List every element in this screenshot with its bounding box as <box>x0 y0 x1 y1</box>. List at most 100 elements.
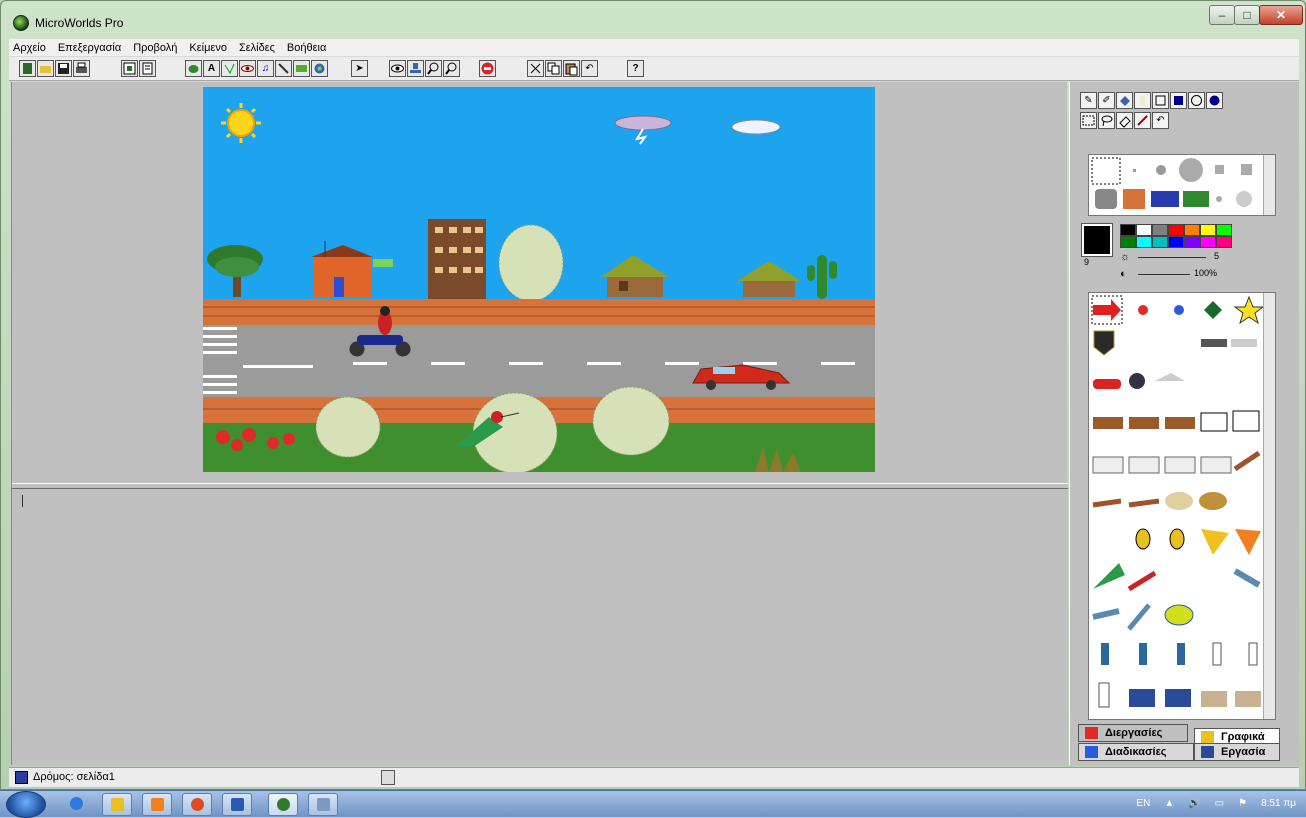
slider-icon[interactable] <box>239 60 256 77</box>
help-icon[interactable]: ? <box>627 60 644 77</box>
pencil-icon[interactable]: ✎ <box>1080 92 1097 109</box>
project-icon[interactable] <box>121 60 138 77</box>
start-button[interactable] <box>6 791 46 818</box>
language-indicator[interactable]: EN <box>1136 798 1150 809</box>
color-swatch[interactable] <box>1120 236 1136 248</box>
spray-icon[interactable] <box>1134 92 1151 109</box>
color-swatch[interactable] <box>1152 224 1168 236</box>
lasso-icon[interactable] <box>1098 112 1115 129</box>
menu-pages[interactable]: Σελίδες <box>239 42 275 54</box>
color-swatch[interactable] <box>1136 236 1152 248</box>
page-icon[interactable] <box>139 60 156 77</box>
pointer-icon[interactable]: ➤ <box>351 60 368 77</box>
color-swatches[interactable] <box>1120 224 1232 248</box>
willow-bush-shape-3[interactable] <box>592 386 670 456</box>
clock[interactable]: 8:51 πμ <box>1261 798 1296 809</box>
firefox-icon[interactable] <box>182 793 212 816</box>
network-icon[interactable]: ▭ <box>1215 798 1224 809</box>
shapes-library[interactable] <box>1088 292 1276 720</box>
tab-graphics-label: Γραφικά <box>1221 731 1265 743</box>
main-window: MicroWorlds Pro – □ ✕ Αρχείο Επεξεργασία… <box>0 0 1306 790</box>
procedures-tab-icon <box>1085 746 1098 758</box>
volume-icon[interactable]: 🔊 <box>1188 798 1200 809</box>
title-bar[interactable]: MicroWorlds Pro – □ ✕ <box>1 1 1306 39</box>
button-icon[interactable] <box>221 60 238 77</box>
eye-icon[interactable] <box>389 60 406 77</box>
menu-edit[interactable]: Επεξεργασία <box>58 42 121 54</box>
explorer-icon[interactable] <box>102 793 132 816</box>
color-swatch[interactable] <box>1168 224 1184 236</box>
tab-procedures[interactable]: Διαδικασίες <box>1078 743 1194 761</box>
minimize-button[interactable]: – <box>1209 5 1235 25</box>
close-button[interactable]: ✕ <box>1259 5 1303 25</box>
window-switcher-icon[interactable] <box>308 793 338 816</box>
filled-rectangle-icon[interactable] <box>1170 92 1187 109</box>
color-swatch[interactable] <box>1136 224 1152 236</box>
color-swatch[interactable] <box>1216 236 1232 248</box>
willow-tree-shape[interactable] <box>498 224 564 302</box>
zoom-out-icon[interactable] <box>443 60 460 77</box>
pen-shapes-panel[interactable] <box>1088 154 1276 216</box>
color-swatch[interactable] <box>1216 224 1232 236</box>
print-icon[interactable] <box>73 60 90 77</box>
cloud-shape[interactable] <box>731 119 781 135</box>
opacity-slider[interactable] <box>1138 274 1190 275</box>
color-swatch[interactable] <box>1200 224 1216 236</box>
menu-view[interactable]: Προβολή <box>133 42 177 54</box>
music-icon[interactable]: ♫ <box>257 60 274 77</box>
rectangle-icon[interactable] <box>1152 92 1169 109</box>
undo-icon[interactable]: ↶ <box>581 60 598 77</box>
tab-processes[interactable]: Διεργασίες <box>1078 724 1188 742</box>
command-center[interactable] <box>12 490 1068 765</box>
save-icon[interactable] <box>55 60 72 77</box>
fill-bucket-icon[interactable] <box>1116 92 1133 109</box>
zoom-in-icon[interactable] <box>425 60 442 77</box>
brightness-slider[interactable] <box>1138 257 1206 258</box>
microworlds-taskbar-icon[interactable] <box>268 793 298 816</box>
video-icon[interactable] <box>293 60 310 77</box>
shapes-library-scrollbar[interactable] <box>1263 293 1275 719</box>
color-swatch[interactable] <box>1200 236 1216 248</box>
eyedropper-icon[interactable] <box>1134 112 1151 129</box>
paste-icon[interactable] <box>563 60 580 77</box>
hatch-turtle-icon[interactable] <box>185 60 202 77</box>
tab-project[interactable]: Εργασία <box>1194 743 1280 761</box>
open-icon[interactable] <box>37 60 54 77</box>
text-box-icon[interactable]: A <box>203 60 220 77</box>
willow-bush-shape[interactable] <box>315 396 381 458</box>
eraser-icon[interactable] <box>1116 112 1133 129</box>
current-color-swatch[interactable] <box>1081 223 1113 257</box>
stamp-icon[interactable] <box>407 60 424 77</box>
shapes-scrollbar[interactable] <box>1263 155 1275 215</box>
color-swatch[interactable] <box>1152 236 1168 248</box>
paint-undo-icon[interactable]: ↶ <box>1152 112 1169 129</box>
page-canvas[interactable] <box>203 87 875 472</box>
filled-oval-icon[interactable] <box>1206 92 1223 109</box>
oval-icon[interactable] <box>1188 92 1205 109</box>
copy-icon[interactable] <box>545 60 562 77</box>
page-list-button[interactable] <box>381 770 395 785</box>
color-swatch[interactable] <box>1184 224 1200 236</box>
color-swatch[interactable] <box>1120 224 1136 236</box>
select-icon[interactable] <box>1080 112 1097 129</box>
menu-text[interactable]: Κείμενο <box>189 42 227 54</box>
tray-arrow-icon[interactable]: ▲ <box>1164 798 1174 809</box>
scissors-icon[interactable] <box>527 60 544 77</box>
color-swatch[interactable] <box>1184 236 1200 248</box>
sun-shape[interactable] <box>221 103 261 143</box>
new-page-icon[interactable] <box>19 60 36 77</box>
brush-icon[interactable]: ✐ <box>1098 92 1115 109</box>
ie-icon[interactable] <box>62 793 92 816</box>
flag-icon[interactable]: ⚑ <box>1238 798 1247 809</box>
maximize-button[interactable]: □ <box>1234 5 1260 25</box>
apartment-building-shape[interactable] <box>428 219 486 299</box>
splitter-bar[interactable] <box>12 483 1068 489</box>
menu-help[interactable]: Βοήθεια <box>287 42 326 54</box>
sound-icon[interactable] <box>275 60 292 77</box>
media-player-icon[interactable] <box>142 793 172 816</box>
word-icon[interactable] <box>222 793 252 816</box>
color-swatch[interactable] <box>1168 236 1184 248</box>
stop-icon[interactable] <box>479 60 496 77</box>
menu-file[interactable]: Αρχείο <box>13 42 46 54</box>
shapes-icon[interactable] <box>311 60 328 77</box>
